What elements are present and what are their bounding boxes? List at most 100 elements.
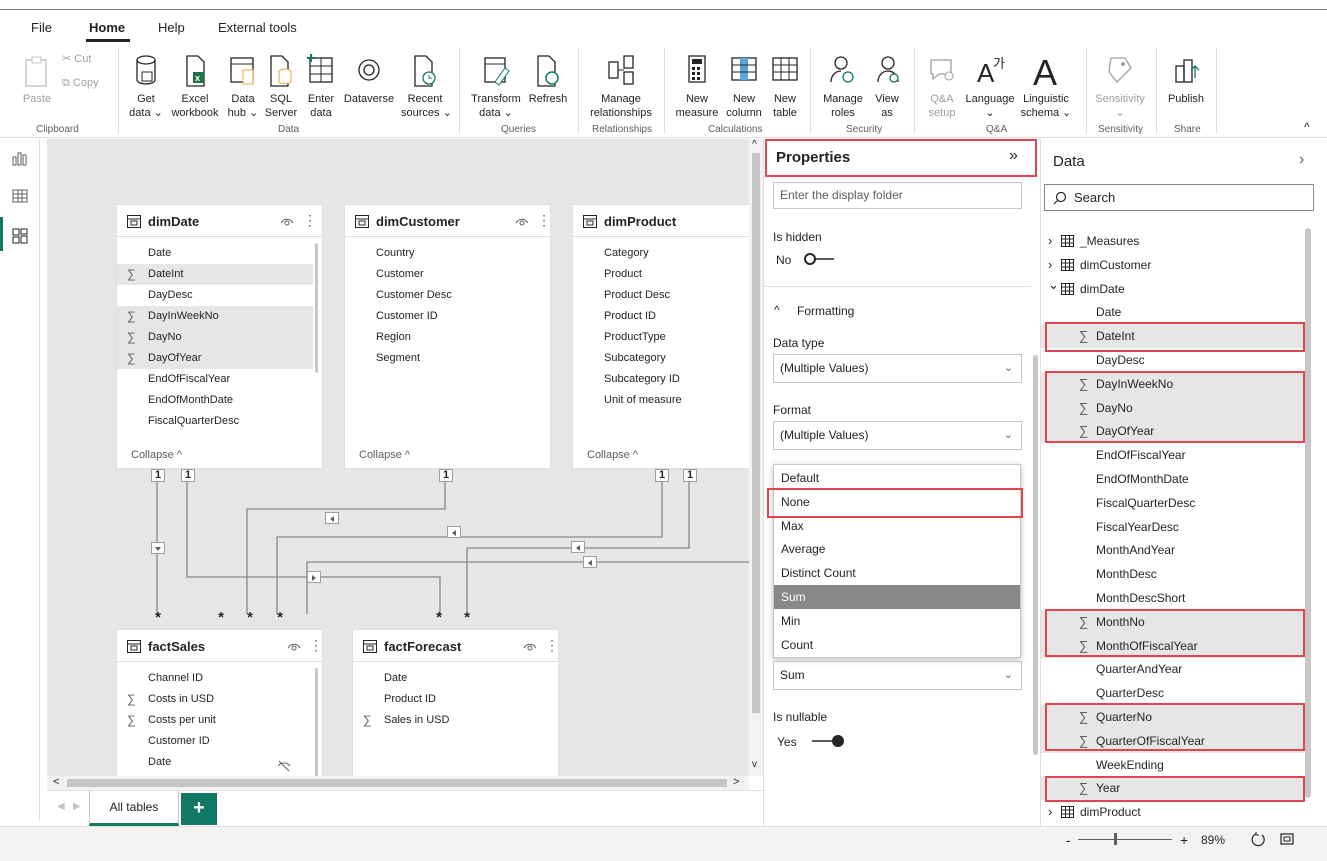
zoom-in-button[interactable]: + [1180, 832, 1188, 848]
report-view-icon[interactable] [11, 149, 29, 167]
new-column-button[interactable]: New column [722, 52, 766, 120]
qa-setup-button[interactable]: Q&A setup [924, 52, 960, 120]
publish-button[interactable]: Publish [1164, 52, 1208, 106]
is-nullable-toggle[interactable] [810, 734, 846, 748]
field-row[interactable]: DayDesc [117, 285, 313, 306]
table-card-factforecast[interactable]: factForecast ⋮ Date Product ID ∑ Sales in U… [352, 629, 559, 776]
scroll-thumb[interactable] [67, 779, 727, 787]
tree-field-node[interactable]: Date [1041, 300, 1305, 324]
tree-field-node[interactable]: QuarterDesc [1041, 681, 1305, 705]
is-hidden-toggle[interactable] [802, 252, 836, 266]
format-select[interactable]: (Multiple Values) ⌄ [773, 421, 1022, 450]
table-card-dimproduct[interactable]: dimProduct Category Product Product Desc Pr… [572, 204, 749, 469]
field-row[interactable]: ∑ DayInWeekNo [117, 306, 313, 327]
field-row[interactable]: Channel ID [117, 668, 322, 689]
tab-prev-icon[interactable]: ◀ [57, 801, 65, 812]
scroll-right-icon[interactable]: > [733, 776, 739, 788]
search-input[interactable]: Search [1044, 184, 1314, 211]
summarize-option[interactable]: Distinct Count [774, 561, 1020, 585]
eye-icon[interactable] [523, 640, 537, 652]
enter-data-button[interactable]: Enter data [304, 52, 338, 120]
tree-field-node[interactable]: EndOfMonthDate [1041, 467, 1305, 491]
linguistic-schema-button[interactable]: A Linguistic schema ⌄ [1018, 52, 1074, 120]
scroll-down-icon[interactable]: v [752, 759, 757, 770]
field-row[interactable]: Category [573, 243, 749, 264]
tree-field-node[interactable]: FiscalQuarterDesc [1041, 491, 1305, 515]
collapse-ribbon-icon[interactable]: ^ [1304, 120, 1310, 134]
field-row[interactable]: Product ID [573, 306, 749, 327]
field-row[interactable]: Customer ID [117, 731, 322, 752]
tab-next-icon[interactable]: ▶ [73, 801, 81, 812]
tree-table-node[interactable]: › dimCustomer [1041, 253, 1305, 277]
manage-roles-button[interactable]: Manage roles [820, 52, 866, 120]
summarize-option[interactable]: Default [774, 466, 1020, 490]
tab-all-tables[interactable]: All tables [89, 791, 179, 826]
formatting-section-header[interactable]: Formatting [797, 304, 854, 318]
view-as-button[interactable]: View as [870, 52, 904, 120]
table-card-dimdate[interactable]: dimDate ⋮ Date ∑ DateInt DayDesc ∑ DayInWeekN… [116, 204, 323, 469]
field-row[interactable]: Product ID [353, 689, 558, 710]
zoom-slider-track[interactable] [1078, 839, 1172, 840]
fit-to-screen-icon[interactable] [1279, 831, 1295, 847]
zoom-out-button[interactable]: - [1066, 832, 1071, 848]
field-row[interactable]: Product [573, 264, 749, 285]
tree-field-node[interactable]: MonthDesc [1041, 562, 1305, 586]
tree-field-node[interactable]: MonthDescShort [1041, 586, 1305, 610]
properties-scrollbar[interactable] [1031, 139, 1040, 826]
field-row[interactable]: ProductType [573, 327, 749, 348]
summarize-option[interactable]: Min [774, 609, 1020, 633]
model-view-icon[interactable] [11, 227, 29, 245]
tree-field-node[interactable]: QuarterAndYear [1041, 657, 1305, 681]
field-row[interactable]: Country [345, 243, 550, 264]
table-card-factsales[interactable]: factSales ⋮ Channel ID ∑ Costs in USD ∑ Cost… [116, 629, 323, 776]
collapse-link[interactable]: Collapse ^ [587, 449, 638, 461]
summarize-option[interactable]: Average [774, 537, 1020, 561]
field-row[interactable]: ∑ DayOfYear [117, 348, 313, 369]
language-button[interactable]: A가 Language ⌄ [964, 52, 1016, 120]
more-options-icon[interactable]: ⋮ [303, 212, 317, 229]
canvas-horizontal-scrollbar[interactable]: < > [47, 776, 749, 790]
summarize-option[interactable]: Count [774, 633, 1020, 657]
canvas-vertical-scrollbar[interactable]: ^ v [749, 139, 763, 776]
field-row[interactable]: Date [117, 243, 313, 264]
new-table-button[interactable]: New table [768, 52, 802, 120]
field-row[interactable]: ∑ Sales in USD [353, 710, 558, 731]
new-measure-button[interactable]: New measure [674, 52, 720, 120]
field-row[interactable]: Region [345, 327, 550, 348]
field-row[interactable]: Customer Desc [345, 285, 550, 306]
scroll-thumb[interactable] [752, 153, 760, 713]
model-canvas[interactable]: dimDate ⋮ Date ∑ DateInt DayDesc ∑ DayInWeekN… [47, 139, 749, 776]
tree-table-node[interactable]: › dimProduct [1041, 800, 1305, 824]
zoom-slider-thumb[interactable] [1114, 833, 1117, 845]
collapse-link[interactable]: Collapse ^ [359, 449, 410, 461]
cut-button[interactable]: ✂ Cut [62, 52, 91, 66]
sql-server-button[interactable]: SQL Server [264, 52, 298, 120]
get-data-button[interactable]: Get data ⌄ [128, 52, 164, 120]
excel-workbook-button[interactable]: x Excel workbook [168, 52, 222, 120]
scroll-up-icon[interactable]: ^ [752, 139, 757, 150]
field-row[interactable]: EndOfMonthDate [117, 390, 313, 411]
card-scrollbar[interactable] [315, 668, 318, 776]
data-hub-button[interactable]: Data hub ⌄ [226, 52, 260, 120]
table-view-icon[interactable] [11, 187, 29, 205]
field-row[interactable]: Customer ID [345, 306, 550, 327]
tree-field-node[interactable]: WeekEnding [1041, 753, 1305, 777]
field-row[interactable]: ∑ Costs per unit [117, 710, 322, 731]
reset-layout-icon[interactable] [1250, 831, 1266, 847]
formatting-chevron-icon[interactable]: ^ [774, 303, 780, 317]
eye-icon[interactable] [280, 215, 294, 227]
copy-button[interactable]: ⧉ Copy [62, 76, 99, 90]
dataverse-button[interactable]: Dataverse [341, 52, 397, 106]
tree-table-node[interactable]: › _Measures [1041, 229, 1305, 253]
field-row[interactable]: Customer [345, 264, 550, 285]
display-folder-input[interactable]: Enter the display folder [773, 182, 1022, 209]
card-scrollbar[interactable] [315, 243, 318, 373]
menu-file[interactable]: File [31, 20, 52, 35]
field-row[interactable]: ∑ DayNo [117, 327, 313, 348]
field-row[interactable]: Unit of measure [573, 390, 749, 411]
scroll-left-icon[interactable]: < [53, 776, 59, 788]
field-row[interactable]: FiscalQuarterDesc [117, 411, 313, 432]
summarize-by-select[interactable]: Sum ⌄ [773, 661, 1022, 690]
menu-external-tools[interactable]: External tools [218, 20, 297, 35]
collapse-link[interactable]: Collapse ^ [131, 449, 182, 461]
